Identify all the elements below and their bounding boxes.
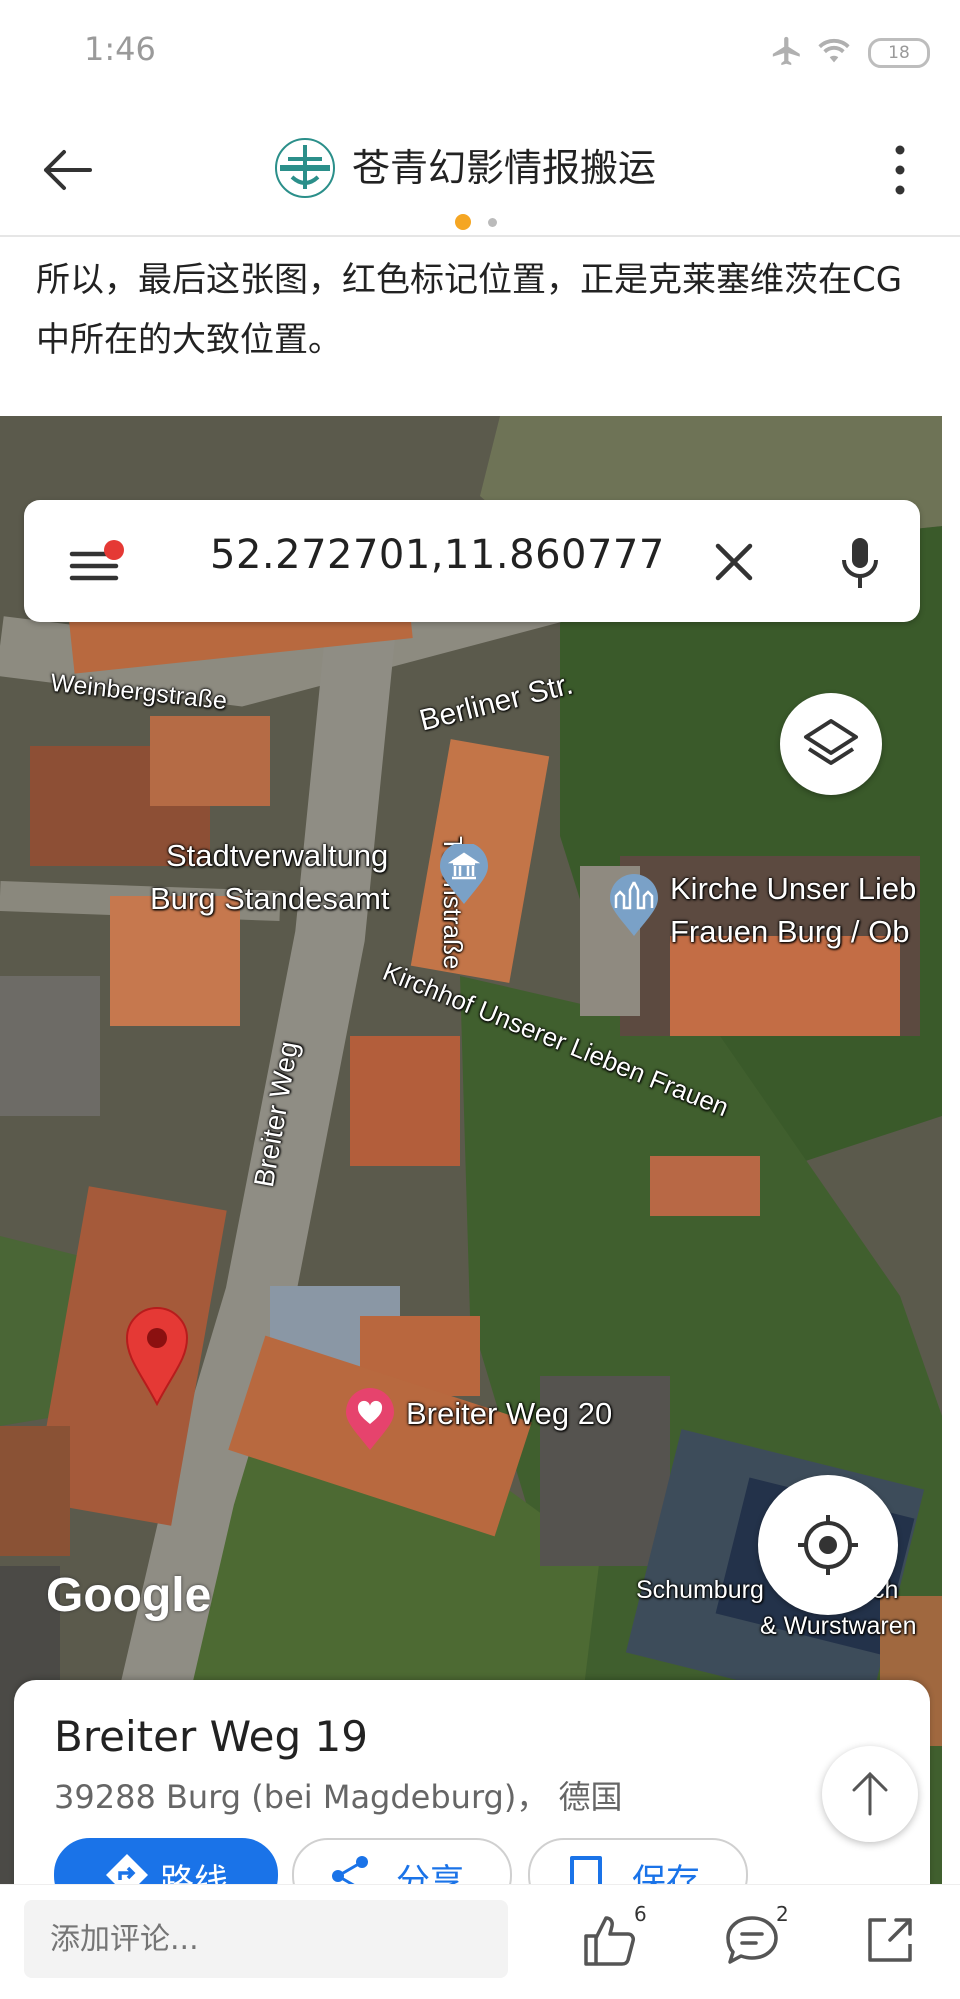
clear-search-button[interactable]	[712, 540, 756, 584]
google-logo: Google	[46, 1569, 212, 1622]
saved-place-pin-icon[interactable]	[344, 1388, 396, 1452]
comment-count: 2	[776, 1902, 789, 1926]
comments-button[interactable]	[722, 1910, 782, 1970]
back-button[interactable]	[38, 140, 98, 200]
page-dot	[488, 218, 497, 227]
menu-button[interactable]	[68, 540, 124, 590]
map-label-wurstwaren: & Wurstwaren	[760, 1612, 917, 1640]
map-label-kirche: Kirche Unser Lieb	[670, 871, 917, 906]
search-query[interactable]: 52.272701,11.860777	[210, 532, 665, 578]
church-pin-icon[interactable]	[608, 874, 660, 938]
battery-icon: 18	[868, 38, 930, 68]
layers-icon	[804, 719, 858, 765]
account-logo	[275, 138, 335, 198]
page-dot-active	[455, 214, 471, 230]
notification-dot	[104, 540, 124, 560]
wifi-icon	[818, 38, 850, 63]
map-image: Weinbergstraße Berliner Str. Turmstraße …	[0, 416, 942, 1884]
share-button[interactable]	[860, 1910, 920, 1970]
like-button[interactable]	[580, 1910, 640, 1970]
map-label-breiter-weg-20: Breiter Weg 20	[406, 1396, 613, 1431]
status-bar: 1:46 18	[0, 0, 960, 105]
thumbs-up-icon	[584, 1916, 635, 1966]
airplane-mode-icon	[772, 36, 800, 66]
more-vertical-icon	[895, 145, 905, 195]
scroll-to-top-button[interactable]	[822, 1746, 918, 1842]
article-paragraph: 所以，最后这张图，红色标记位置，正是克莱塞维茨在CG中所在的大致位置。	[36, 260, 903, 360]
map-label-stadtverwaltung: Stadtverwaltung	[166, 838, 389, 873]
satellite-map	[0, 416, 942, 1884]
comment-input[interactable]	[24, 1900, 508, 1978]
my-location-icon	[798, 1515, 858, 1575]
map-layers-button[interactable]	[780, 693, 882, 795]
red-location-pin-icon[interactable]	[124, 1306, 190, 1406]
comment-bubble-icon	[726, 1916, 778, 1964]
arrow-up-icon	[852, 1771, 888, 1816]
place-name: Breiter Weg 19	[54, 1712, 368, 1761]
share-external-icon	[868, 1918, 912, 1962]
place-address: 39288 Burg (bei Magdeburg)， 德国	[54, 1778, 623, 1816]
government-pin-icon[interactable]	[438, 844, 490, 906]
back-arrow-icon	[44, 150, 92, 190]
map-label-frauen-burg: Frauen Burg / Ob	[670, 914, 910, 949]
status-time: 1:46	[84, 30, 156, 68]
close-icon	[715, 543, 753, 581]
voice-search-button[interactable]	[840, 536, 880, 590]
more-button[interactable]	[880, 140, 920, 200]
my-location-button[interactable]	[758, 1475, 898, 1615]
battery-level: 18	[888, 43, 910, 63]
map-label-schumburg: Schumburg	[636, 1576, 764, 1604]
page-title: 苍青幻影情报搬运	[352, 146, 657, 190]
map-label-standesamt: Burg Standesamt	[150, 881, 390, 916]
microphone-icon	[842, 538, 878, 588]
like-count: 6	[634, 1902, 647, 1926]
